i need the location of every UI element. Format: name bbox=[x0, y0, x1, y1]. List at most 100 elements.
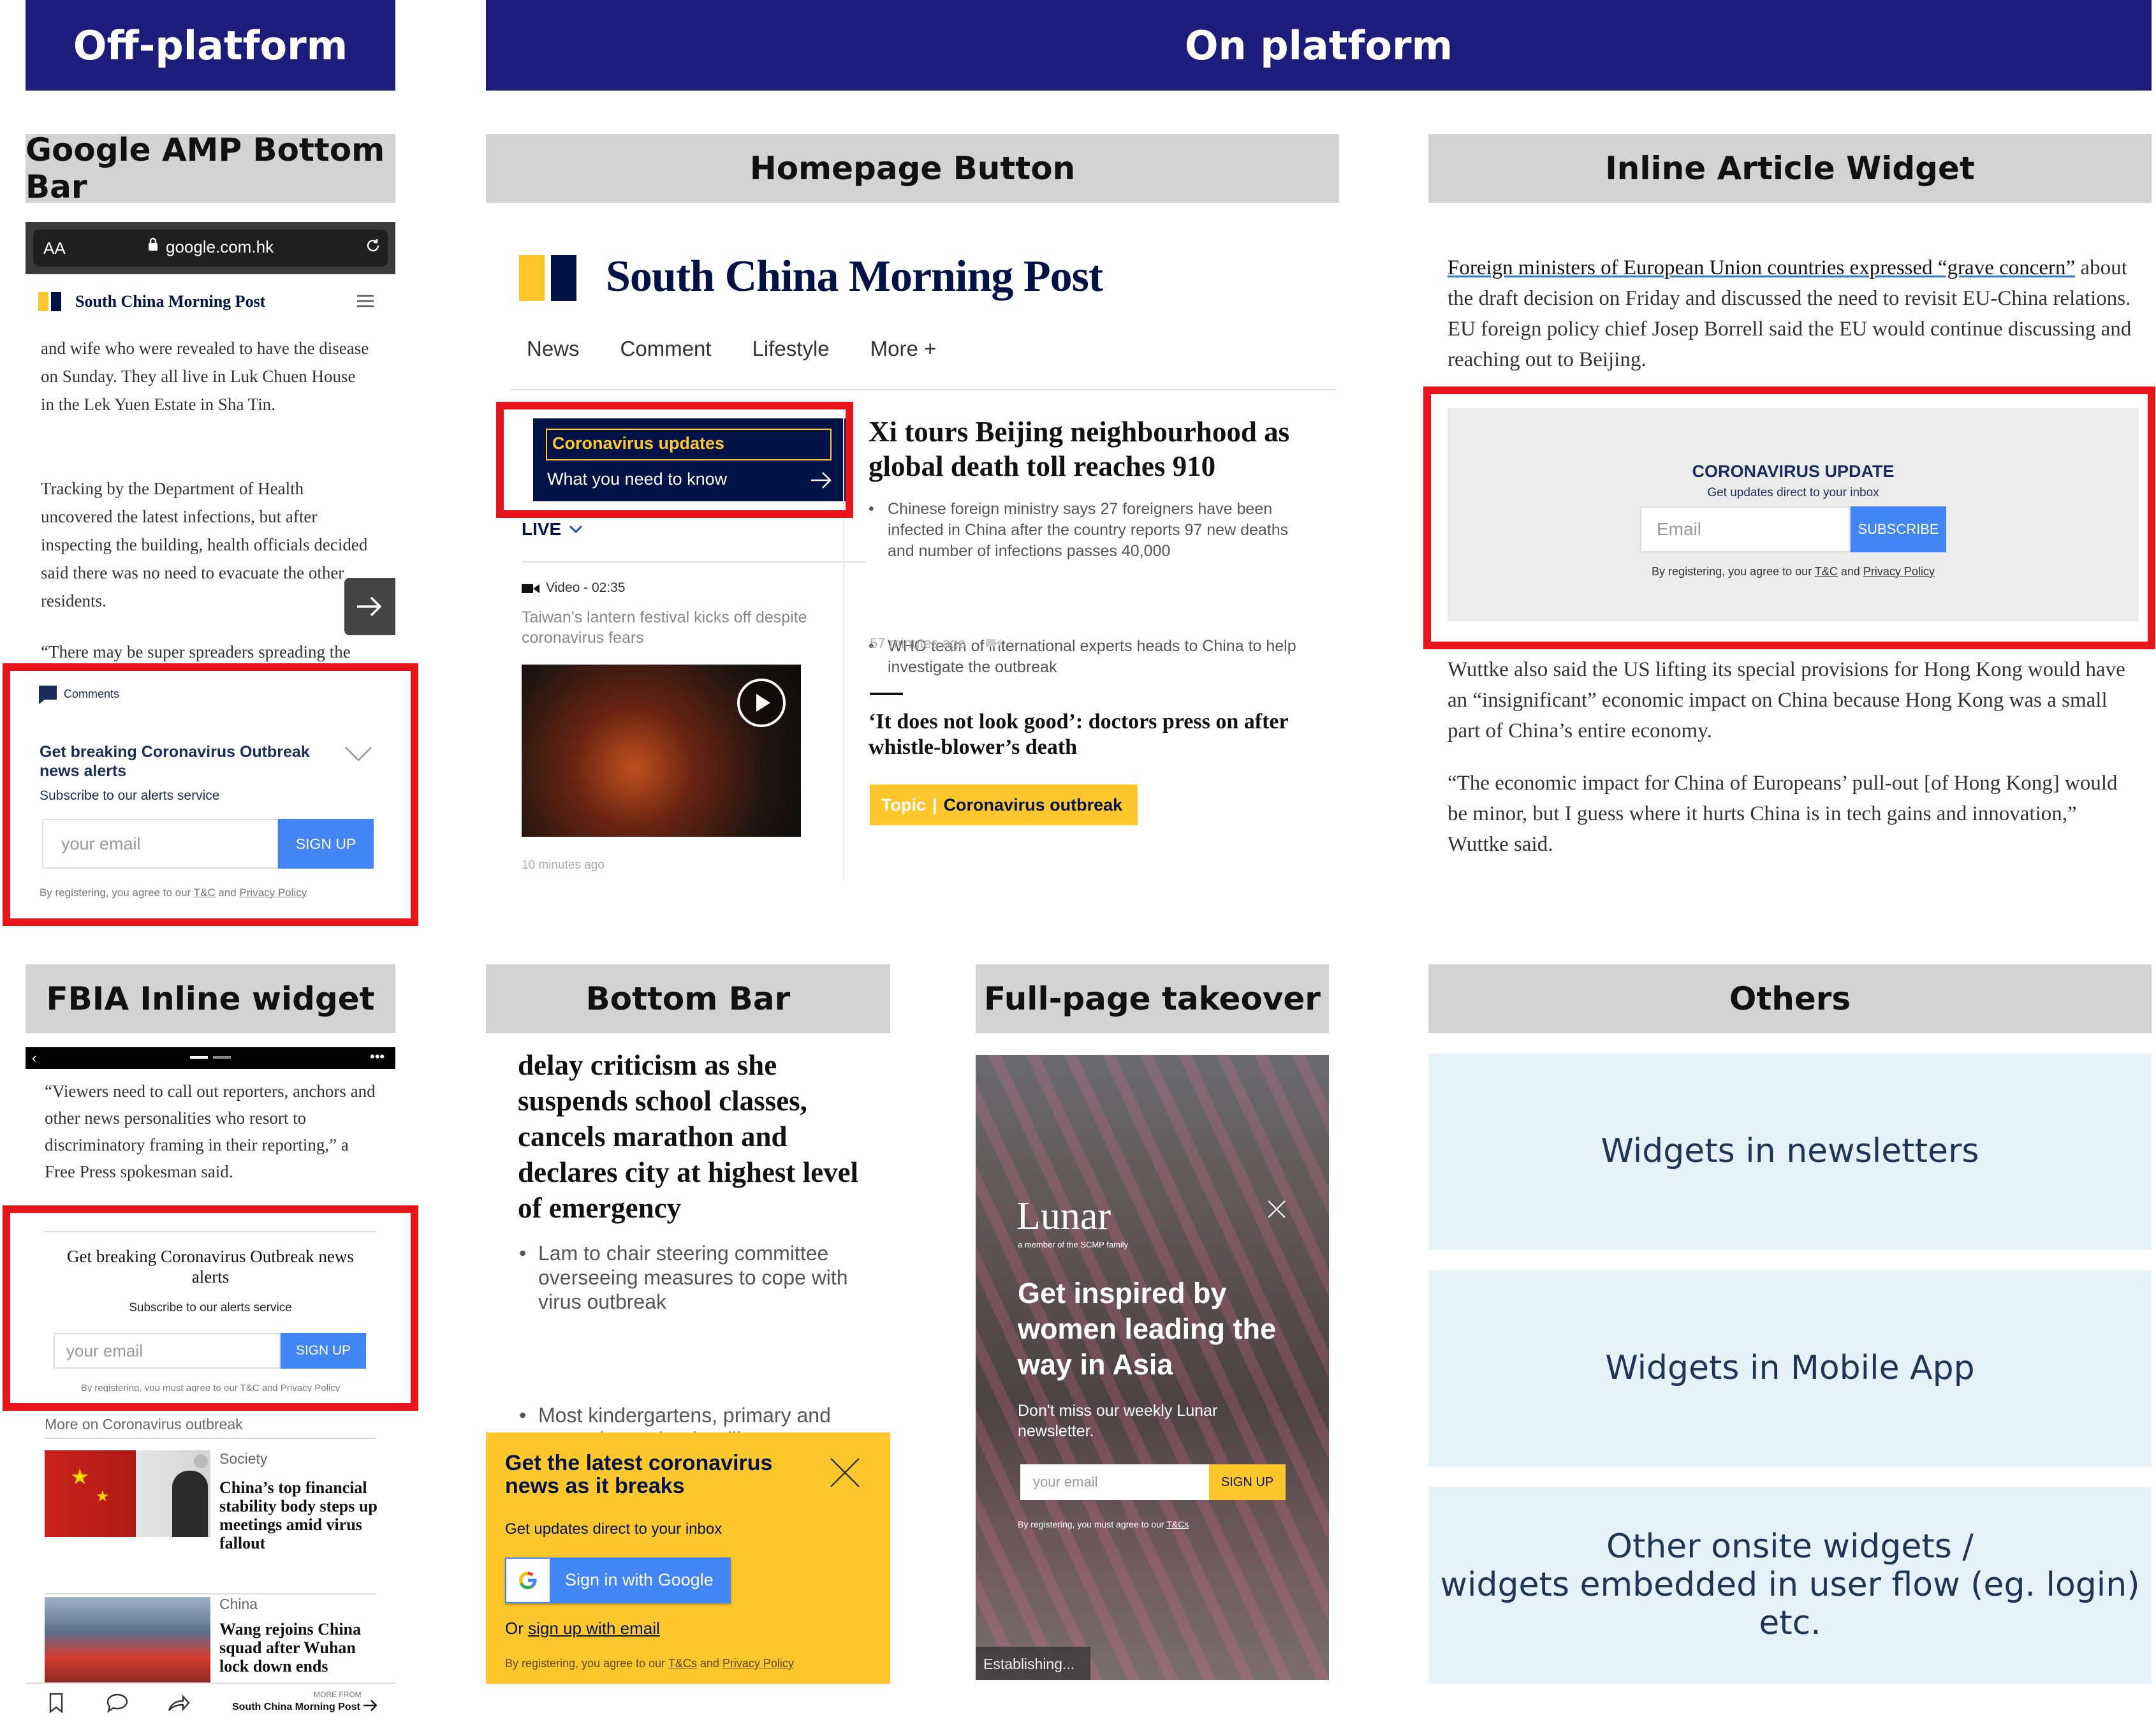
nav-item-more[interactable]: More + bbox=[870, 337, 937, 361]
more-icon[interactable]: ••• bbox=[370, 1049, 385, 1065]
arrow-right-icon bbox=[353, 591, 385, 622]
google-icon bbox=[506, 1559, 550, 1602]
google-sign-in-button[interactable]: Sign in with Google bbox=[505, 1557, 731, 1603]
page-indicator bbox=[190, 1056, 208, 1059]
video-caption[interactable]: Taiwan's lantern festival kicks off desp… bbox=[522, 607, 860, 648]
article-thumbnail[interactable]: ★ ★ bbox=[45, 1450, 210, 1537]
sign-up-email-link[interactable]: sign up with email bbox=[528, 1619, 660, 1638]
sign-up-button[interactable]: SIGN UP bbox=[1209, 1464, 1286, 1500]
email-option: Or sign up with email bbox=[505, 1619, 660, 1638]
timestamp: 10 minutes ago bbox=[522, 858, 605, 872]
highlight-box bbox=[3, 1205, 418, 1411]
nav-item-comment[interactable]: Comment bbox=[620, 337, 712, 361]
article-paragraph: and wife who were revealed to have the d… bbox=[41, 339, 369, 414]
scmp-logo-mark bbox=[38, 292, 61, 314]
scmp-logo-text[interactable]: South China Morning Post bbox=[75, 292, 265, 311]
section-header-fbia: FBIA Inline widget bbox=[26, 964, 395, 1033]
divider bbox=[870, 693, 903, 695]
nav-item-lifestyle[interactable]: Lifestyle bbox=[752, 337, 830, 361]
reload-icon[interactable] bbox=[365, 237, 381, 254]
status-bar: Establishing... bbox=[976, 1647, 1090, 1680]
video-thumbnail[interactable] bbox=[522, 665, 801, 837]
chevron-down-icon[interactable] bbox=[569, 524, 583, 534]
next-article-button[interactable] bbox=[344, 578, 395, 635]
section-header-bottombar: Bottom Bar bbox=[486, 964, 890, 1033]
topic-tag[interactable]: Topic | Coronavirus outbreak bbox=[870, 784, 1138, 825]
secondary-headline[interactable]: ‘It does not look good’: doctors press o… bbox=[869, 709, 1328, 760]
lock-icon bbox=[148, 237, 158, 251]
tc-link[interactable]: T&Cs bbox=[668, 1657, 697, 1670]
person-figure bbox=[172, 1471, 208, 1537]
legal-prefix: By registering, you must agree to our bbox=[1018, 1519, 1167, 1529]
others-card-onsite: Other onsite widgets / widgets embedded … bbox=[1428, 1487, 2152, 1684]
highlight-box bbox=[3, 663, 418, 926]
section-header-amp: Google AMP Bottom Bar bbox=[26, 131, 395, 205]
others-card-mobile-app: Widgets in Mobile App bbox=[1428, 1270, 2152, 1467]
divider bbox=[26, 1682, 395, 1684]
video-duration: Video - 02:35 bbox=[546, 580, 626, 595]
takeover-screenshot: Lunar a member of the SCMP family Get in… bbox=[976, 1055, 1329, 1680]
article-headline: delay criticism as she suspends school c… bbox=[518, 1049, 859, 1224]
legal-text: By registering, you agree to our T&Cs an… bbox=[505, 1657, 794, 1670]
homepage-screenshot: South China Morning Post News Comment Li… bbox=[510, 242, 1339, 880]
nav-divider bbox=[510, 389, 1335, 390]
text-size-button[interactable]: AA bbox=[43, 239, 66, 258]
article-paragraph: Foreign ministers of European Union coun… bbox=[1448, 253, 2136, 375]
takeover-description: Don't miss our weekly Lunar newsletter. bbox=[1018, 1402, 1218, 1440]
article-thumbnail[interactable] bbox=[45, 1597, 210, 1684]
item-category: China bbox=[219, 1596, 258, 1612]
play-icon[interactable] bbox=[194, 1454, 208, 1468]
legal-and: and bbox=[696, 1657, 722, 1670]
star-icon: ★ bbox=[96, 1488, 110, 1505]
onsite-line-2: widgets embedded in user flow (eg. login… bbox=[1440, 1566, 2140, 1642]
article-link[interactable]: Foreign ministers of European Union coun… bbox=[1448, 256, 2075, 279]
article-paragraph: Wuttke also said the US lifting its spec… bbox=[1448, 658, 2125, 742]
lead-headline[interactable]: Xi tours Beijing neighbourhood as global… bbox=[869, 415, 1315, 483]
close-icon[interactable] bbox=[829, 1457, 861, 1489]
item-title[interactable]: Wang rejoins China squad after Wuhan loc… bbox=[219, 1620, 379, 1675]
close-icon[interactable] bbox=[1266, 1199, 1287, 1219]
play-icon[interactable] bbox=[736, 677, 787, 728]
topic-label: Topic bbox=[881, 795, 926, 814]
bar-title: Get the latest coronavirus news as it br… bbox=[505, 1451, 773, 1498]
lead-bullet: Chinese foreign ministry says 27 foreign… bbox=[869, 499, 1315, 562]
star-icon: ★ bbox=[70, 1465, 90, 1489]
live-label[interactable]: LIVE bbox=[522, 519, 561, 540]
bottombar-screenshot: delay criticism as she suspends school c… bbox=[486, 1047, 890, 1684]
tc-link[interactable]: T&Cs bbox=[1166, 1519, 1189, 1529]
bookmark-icon[interactable] bbox=[48, 1693, 64, 1713]
arrow-right-icon[interactable] bbox=[362, 1698, 379, 1713]
video-camera-icon bbox=[522, 583, 539, 594]
page-indicator bbox=[213, 1056, 231, 1059]
onsite-line-1: Other onsite widgets / bbox=[1606, 1527, 1974, 1566]
back-icon[interactable]: ‹ bbox=[32, 1051, 36, 1065]
legal-prefix: By registering, you agree to our bbox=[505, 1657, 668, 1670]
privacy-link[interactable]: Privacy Policy bbox=[722, 1657, 794, 1670]
comment-icon[interactable] bbox=[106, 1693, 129, 1713]
hamburger-icon[interactable] bbox=[356, 293, 375, 309]
video-camera-icon bbox=[986, 638, 1001, 648]
article-paragraph: “The economic impact for China of Europe… bbox=[1448, 772, 2118, 856]
on-platform-header: On platform bbox=[486, 0, 2152, 91]
nav-item-news[interactable]: News bbox=[527, 337, 580, 361]
share-icon[interactable] bbox=[167, 1693, 190, 1713]
lunar-logo-subtitle: a member of the SCMP family bbox=[1018, 1240, 1129, 1249]
scmp-logo-text[interactable]: South China Morning Post bbox=[606, 251, 1103, 302]
lunar-logo: Lunar bbox=[1016, 1195, 1111, 1238]
divider bbox=[45, 1438, 376, 1439]
off-platform-header: Off-platform bbox=[26, 0, 395, 91]
section-header-homepage: Homepage Button bbox=[486, 134, 1339, 203]
bar-subtitle: Get updates direct to your inbox bbox=[505, 1520, 722, 1538]
takeover-title: Get inspired by women leading the way in… bbox=[1018, 1277, 1277, 1381]
email-input[interactable]: your email bbox=[1020, 1464, 1209, 1500]
browser-bar: AA google.com.hk bbox=[26, 222, 395, 274]
scmp-logo-mark bbox=[519, 255, 576, 304]
url-field[interactable]: AA google.com.hk bbox=[33, 230, 388, 267]
main-nav: News Comment Lifestyle More + bbox=[527, 337, 936, 361]
more-from-label: MORE FROM bbox=[314, 1690, 362, 1699]
item-title[interactable]: China’s top financial stability body ste… bbox=[219, 1478, 379, 1552]
divider bbox=[522, 561, 866, 563]
more-from-source[interactable]: South China Morning Post bbox=[232, 1702, 360, 1713]
article-paragraph: Tracking by the Department of Health unc… bbox=[41, 479, 368, 610]
others-card-newsletters: Widgets in newsletters bbox=[1428, 1054, 2152, 1250]
